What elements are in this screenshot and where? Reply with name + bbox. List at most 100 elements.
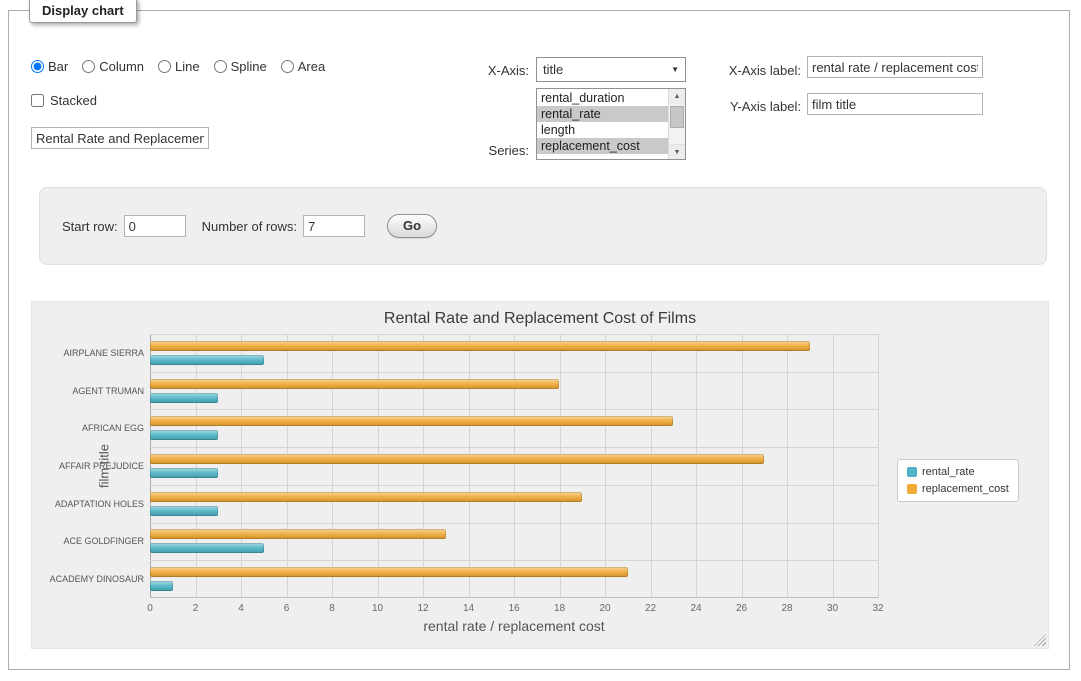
x-tick-label: 24 bbox=[690, 603, 701, 614]
panel-title: Display chart bbox=[29, 0, 137, 23]
category-label: ACADEMY DINOSAUR bbox=[50, 574, 144, 584]
x-axis-tick-labels: 02468101214161820222426283032 bbox=[150, 603, 878, 617]
y-axis-label-input[interactable] bbox=[807, 93, 983, 115]
gridline-horizontal bbox=[150, 409, 878, 410]
number-of-rows-label: Number of rows: bbox=[202, 219, 297, 234]
chart-type-radio-area[interactable] bbox=[281, 60, 294, 73]
bar-replacement_cost bbox=[150, 454, 764, 464]
stacked-row: Stacked bbox=[31, 93, 97, 108]
bar-rental_rate bbox=[150, 581, 173, 591]
chart-type-option-spline[interactable]: Spline bbox=[214, 59, 267, 74]
gridline-horizontal bbox=[150, 523, 878, 524]
bar-replacement_cost bbox=[150, 567, 628, 577]
series-select-label: Series: bbox=[446, 143, 529, 158]
x-tick-label: 0 bbox=[147, 603, 153, 614]
category-label: AGENT TRUMAN bbox=[72, 386, 144, 396]
category-label: AIRPLANE SIERRA bbox=[63, 348, 144, 358]
bar-replacement_cost bbox=[150, 529, 446, 539]
gridline-vertical bbox=[696, 334, 697, 598]
legend-swatch bbox=[907, 484, 917, 494]
gridline-vertical bbox=[241, 334, 242, 598]
x-tick-label: 2 bbox=[193, 603, 199, 614]
series-option-length[interactable]: length bbox=[537, 122, 668, 138]
number-of-rows-input[interactable] bbox=[303, 215, 365, 237]
start-row-label: Start row: bbox=[62, 219, 118, 234]
chart-type-radio-bar[interactable] bbox=[31, 60, 44, 73]
bar-rental_rate bbox=[150, 468, 218, 478]
x-tick-label: 32 bbox=[872, 603, 883, 614]
series-listbox[interactable]: rental_durationrental_ratelengthreplacem… bbox=[536, 88, 686, 160]
legend-item-replacement_cost[interactable]: replacement_cost bbox=[907, 483, 1009, 495]
x-tick-label: 10 bbox=[372, 603, 383, 614]
gridline-vertical bbox=[742, 334, 743, 598]
gridline-vertical bbox=[423, 334, 424, 598]
chart-type-radio-spline[interactable] bbox=[214, 60, 227, 73]
chart-type-option-label: Area bbox=[298, 59, 325, 74]
gridline-vertical bbox=[878, 334, 879, 598]
plot-area bbox=[150, 334, 878, 598]
gridline-vertical bbox=[287, 334, 288, 598]
chart-type-option-label: Column bbox=[99, 59, 144, 74]
y-axis-category-labels: AIRPLANE SIERRAAGENT TRUMANAFRICAN EGGAF… bbox=[32, 334, 144, 598]
x-tick-label: 6 bbox=[284, 603, 290, 614]
x-tick-label: 30 bbox=[827, 603, 838, 614]
go-button[interactable]: Go bbox=[387, 214, 437, 238]
scrollbar-thumb[interactable] bbox=[670, 106, 684, 128]
legend-item-rental_rate[interactable]: rental_rate bbox=[907, 466, 1009, 478]
gridline-vertical bbox=[560, 334, 561, 598]
x-axis-select-value: title bbox=[543, 62, 563, 77]
bar-rental_rate bbox=[150, 506, 218, 516]
x-tick-label: 26 bbox=[736, 603, 747, 614]
chart-type-option-bar[interactable]: Bar bbox=[31, 59, 68, 74]
x-tick-label: 14 bbox=[463, 603, 474, 614]
chart-type-option-column[interactable]: Column bbox=[82, 59, 144, 74]
chevron-down-icon: ▼ bbox=[671, 65, 679, 74]
series-option-rental_rate[interactable]: rental_rate bbox=[537, 106, 668, 122]
x-tick-label: 22 bbox=[645, 603, 656, 614]
gridline-vertical bbox=[787, 334, 788, 598]
resize-handle-icon[interactable] bbox=[1034, 634, 1046, 646]
gridline-horizontal bbox=[150, 560, 878, 561]
gridline-horizontal bbox=[150, 485, 878, 486]
x-axis-select[interactable]: title ▼ bbox=[536, 57, 686, 82]
x-tick-label: 4 bbox=[238, 603, 244, 614]
x-axis-select-label: X-Axis: bbox=[439, 63, 529, 78]
series-scrollbar[interactable]: ▲ ▼ bbox=[668, 89, 685, 159]
gridline-horizontal bbox=[150, 372, 878, 373]
gridline-vertical bbox=[469, 334, 470, 598]
chart-type-option-label: Spline bbox=[231, 59, 267, 74]
gridline-horizontal bbox=[150, 447, 878, 448]
bar-rental_rate bbox=[150, 430, 218, 440]
bar-rental_rate bbox=[150, 393, 218, 403]
category-label: AFFAIR PREJUDICE bbox=[59, 461, 144, 471]
bar-replacement_cost bbox=[150, 416, 673, 426]
chart-type-radio-line[interactable] bbox=[158, 60, 171, 73]
series-option-rental_duration[interactable]: rental_duration bbox=[537, 90, 668, 106]
bar-rental_rate bbox=[150, 543, 264, 553]
scroll-down-icon[interactable]: ▼ bbox=[669, 144, 685, 159]
chart-title-input[interactable] bbox=[31, 127, 209, 149]
scroll-up-icon[interactable]: ▲ bbox=[669, 89, 685, 104]
x-tick-label: 16 bbox=[508, 603, 519, 614]
series-option-replacement_cost[interactable]: replacement_cost bbox=[537, 138, 668, 154]
gridline-vertical bbox=[605, 334, 606, 598]
category-label: ACE GOLDFINGER bbox=[63, 536, 144, 546]
legend-swatch bbox=[907, 467, 917, 477]
x-axis-title: rental rate / replacement cost bbox=[150, 618, 878, 634]
gridline-horizontal bbox=[150, 334, 878, 335]
chart-type-radio-column[interactable] bbox=[82, 60, 95, 73]
bar-replacement_cost bbox=[150, 379, 559, 389]
gridline-vertical bbox=[332, 334, 333, 598]
category-label: ADAPTATION HOLES bbox=[55, 499, 144, 509]
x-axis-label-input[interactable] bbox=[807, 56, 983, 78]
stacked-checkbox[interactable] bbox=[31, 94, 44, 107]
x-tick-label: 20 bbox=[599, 603, 610, 614]
chart-title: Rental Rate and Replacement Cost of Film… bbox=[32, 310, 1048, 328]
x-tick-label: 12 bbox=[417, 603, 428, 614]
chart-legend: rental_rate replacement_cost bbox=[897, 459, 1019, 502]
chart-type-option-line[interactable]: Line bbox=[158, 59, 200, 74]
y-axis-label-label: Y-Axis label: bbox=[709, 99, 801, 114]
start-row-input[interactable] bbox=[124, 215, 186, 237]
chart-type-option-area[interactable]: Area bbox=[281, 59, 325, 74]
series-options: rental_durationrental_ratelengthreplacem… bbox=[537, 90, 668, 154]
